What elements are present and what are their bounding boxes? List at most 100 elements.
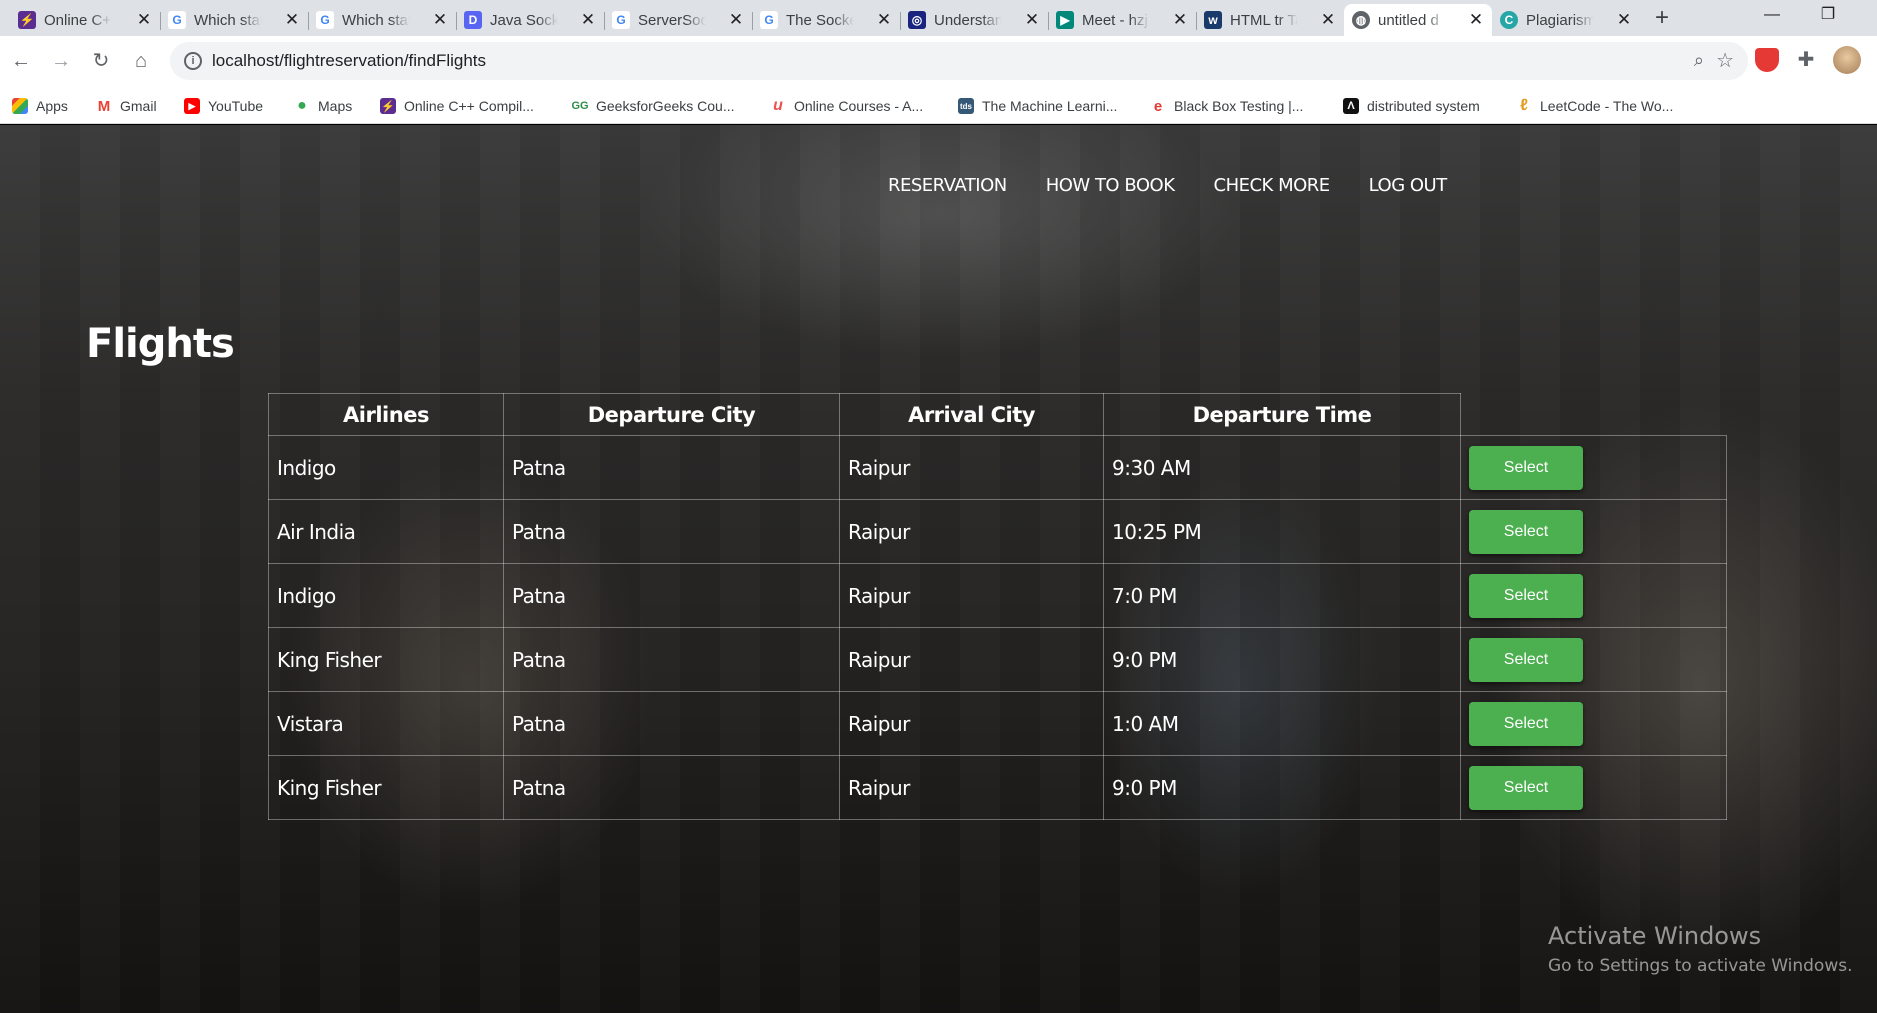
url-text[interactable]: localhost/flightreservation/findFlights [212, 51, 486, 71]
watermark-subtitle: Go to Settings to activate Windows. [1548, 956, 1853, 976]
bookmark-gmail[interactable]: M Gmail [96, 88, 157, 124]
browser-tab[interactable]: G The Socke ✕ [752, 4, 901, 36]
nav-log-out[interactable]: LOG OUT [1369, 175, 1448, 196]
close-icon[interactable]: ✕ [1616, 10, 1632, 30]
page-viewport: RESERVATION HOW TO BOOK CHECK MORE LOG O… [0, 125, 1877, 1013]
close-icon[interactable]: ✕ [284, 10, 300, 30]
browser-tab[interactable]: w HTML tr Ta ✕ [1196, 4, 1344, 36]
select-flight-button[interactable]: Select [1469, 701, 1583, 746]
select-flight-button[interactable]: Select [1469, 765, 1583, 810]
site-info-icon[interactable]: i [184, 52, 202, 70]
guru-icon: e [1150, 98, 1166, 115]
bookmark-youtube[interactable]: ▶ YouTube [184, 88, 263, 124]
browser-tab[interactable]: D Java Socke ✕ [456, 4, 605, 36]
cell-action: Select [1460, 435, 1727, 500]
browser-tab[interactable]: G ServerSock ✕ [604, 4, 753, 36]
bookmark-distributed-system[interactable]: Λ distributed system [1343, 88, 1480, 124]
google-icon: G [612, 11, 630, 29]
cell-arrival-city: Raipur [839, 755, 1104, 820]
profile-avatar[interactable] [1833, 46, 1861, 74]
page-title: Flights [86, 321, 235, 367]
close-icon[interactable]: ✕ [432, 10, 448, 30]
cell-action: Select [1460, 563, 1727, 628]
bookmark-online-cpp[interactable]: ⚡ Online C++ Compil... [380, 88, 534, 124]
table-row: Air India Patna Raipur 10:25 PM Select [268, 499, 1727, 564]
browser-tab-strip: ⚡ Online C++ ✕ G Which stat ✕ G Which st… [0, 0, 1877, 36]
cell-departure-city: Patna [503, 691, 840, 756]
close-icon[interactable]: ✕ [136, 10, 152, 30]
cell-airline: Vistara [268, 691, 504, 756]
select-flight-button[interactable]: Select [1469, 637, 1583, 682]
nav-check-more[interactable]: CHECK MORE [1214, 175, 1331, 196]
target-icon: ◎ [908, 11, 926, 29]
minimize-icon[interactable]: — [1748, 0, 1796, 30]
c-icon: C [1500, 11, 1518, 29]
reload-icon[interactable]: ↻ [88, 48, 114, 74]
restore-icon[interactable]: ❐ [1804, 0, 1852, 30]
url-bar[interactable]: i localhost/flightreservation/findFlight… [170, 42, 1748, 80]
nav-reservation[interactable]: RESERVATION [888, 175, 1007, 196]
close-icon[interactable]: ✕ [1172, 10, 1188, 30]
close-icon[interactable]: ✕ [728, 10, 744, 30]
cell-departure-time: 9:0 PM [1103, 627, 1461, 692]
close-icon[interactable]: ✕ [1024, 10, 1040, 30]
bookmark-apps[interactable]: Apps [12, 88, 68, 124]
select-flight-button[interactable]: Select [1469, 445, 1583, 490]
back-arrow-icon[interactable]: ← [8, 48, 34, 74]
cell-departure-time: 9:0 PM [1103, 755, 1461, 820]
bookmark-label: Online Courses - A... [794, 98, 924, 114]
close-icon[interactable]: ✕ [1320, 10, 1336, 30]
extensions-puzzle-icon[interactable]: ✚ [1794, 48, 1818, 72]
table-row: King Fisher Patna Raipur 9:0 PM Select [268, 627, 1727, 692]
cell-departure-time: 1:0 AM [1103, 691, 1461, 756]
zoom-icon[interactable]: ⌕ [1694, 50, 1704, 71]
top-nav: RESERVATION HOW TO BOOK CHECK MORE LOG O… [888, 175, 1486, 196]
bookmark-label: YouTube [208, 98, 264, 114]
browser-tab[interactable]: G Which stat ✕ [160, 4, 309, 36]
activate-windows-watermark: Activate Windows Go to Settings to activ… [1548, 922, 1853, 976]
bookmark-label: Black Box Testing |... [1174, 98, 1304, 114]
bookmark-guru99[interactable]: e Black Box Testing |... [1150, 88, 1303, 124]
table-row: Indigo Patna Raipur 7:0 PM Select [268, 563, 1727, 628]
cell-departure-city: Patna [503, 627, 840, 692]
lightning-icon: ⚡ [380, 98, 396, 114]
new-tab-button[interactable]: + [1648, 4, 1676, 32]
bookmark-label: Online C++ Compil... [404, 98, 534, 114]
tab-title: untitled d [1378, 11, 1439, 29]
pocket-extension-icon[interactable] [1755, 48, 1779, 72]
bookmark-geeksforgeeks[interactable]: GG GeeksforGeeks Cou... [571, 88, 735, 124]
cell-airline: King Fisher [268, 755, 504, 820]
cell-airline: Indigo [268, 563, 504, 628]
browser-tab[interactable]: ▶ Meet - hzj ✕ [1048, 4, 1197, 36]
table-row: Indigo Patna Raipur 9:30 AM Select [268, 435, 1727, 500]
udemy-icon: u [770, 97, 786, 114]
select-flight-button[interactable]: Select [1469, 573, 1583, 618]
bookmark-leetcode[interactable]: ℓ LeetCode - The Wo... [1516, 88, 1673, 124]
gfg-icon: GG [571, 98, 589, 114]
column-header-departure-time: Departure Time [1103, 393, 1461, 436]
tab-title: Plagiarism [1526, 11, 1594, 29]
browser-tab[interactable]: C Plagiarism ✕ [1492, 4, 1640, 36]
cell-arrival-city: Raipur [839, 563, 1104, 628]
browser-tab-active[interactable]: ◍ untitled d ✕ [1344, 4, 1492, 36]
browser-tab[interactable]: ◎ Understan ✕ [900, 4, 1049, 36]
tab-title: HTML tr Ta [1230, 11, 1298, 29]
close-icon[interactable]: ✕ [580, 10, 596, 30]
bookmark-star-icon[interactable]: ☆ [1716, 48, 1734, 73]
browser-tab[interactable]: ⚡ Online C++ ✕ [10, 4, 161, 36]
d-icon: D [464, 11, 482, 29]
home-icon[interactable]: ⌂ [128, 48, 154, 74]
tab-title: ServerSock [638, 11, 706, 29]
close-icon[interactable]: ✕ [876, 10, 892, 30]
select-flight-button[interactable]: Select [1469, 509, 1583, 554]
table-header-row: Airlines Departure City Arrival City Dep… [268, 393, 1727, 436]
bookmark-maps[interactable]: ● Maps [294, 88, 352, 124]
forward-arrow-icon[interactable]: → [48, 48, 74, 74]
bookmark-udemy[interactable]: u Online Courses - A... [770, 88, 923, 124]
bookmark-label: LeetCode - The Wo... [1540, 98, 1674, 114]
bookmark-towards-data-science[interactable]: tds The Machine Learni... [958, 88, 1117, 124]
browser-tab[interactable]: G Which stat ✕ [308, 4, 457, 36]
close-icon[interactable]: ✕ [1468, 10, 1484, 30]
nav-how-to-book[interactable]: HOW TO BOOK [1046, 175, 1175, 196]
cell-action: Select [1460, 755, 1727, 820]
